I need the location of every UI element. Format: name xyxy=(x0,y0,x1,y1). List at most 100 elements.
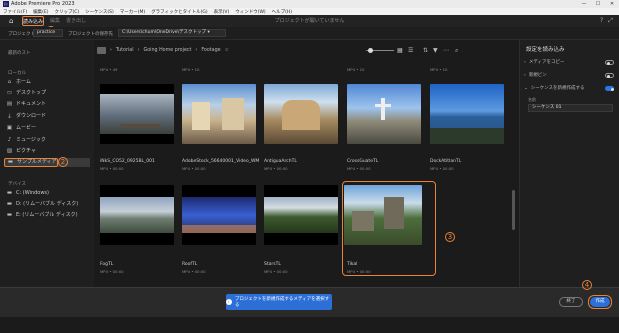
premiere-logo-icon: Pr xyxy=(3,1,9,7)
sidebar-item-downloads[interactable]: ⤓ ダウンロード xyxy=(6,112,90,121)
drive-icon: ▬ xyxy=(6,201,13,207)
create-sequence-row: ⌄ シーケンスを新規作成する xyxy=(524,85,585,92)
menu-marker[interactable]: マーカー(M) xyxy=(120,9,145,15)
menu-edit[interactable]: 編集(E) xyxy=(33,9,48,15)
create-sequence-toggle[interactable] xyxy=(605,86,614,91)
new-bin-row: › 新規ビン xyxy=(524,72,547,79)
sidebar-item-home[interactable]: ⌂ ホーム xyxy=(6,78,90,87)
maximize-button[interactable]: ☐ xyxy=(591,0,605,8)
chevron-icon: › xyxy=(137,48,140,53)
sidebar-item-label: ダウンロード xyxy=(16,113,47,119)
create-project-hint: i プロジェクトを新規作成するメディアを選択する xyxy=(226,294,332,310)
breadcrumb-item[interactable]: Footage xyxy=(201,48,220,53)
star-icon[interactable]: ☆ xyxy=(225,48,229,53)
breadcrumb-item[interactable]: Tutorial xyxy=(116,48,134,53)
download-icon: ⤓ xyxy=(8,113,11,119)
sidebar-item-music[interactable]: ♪ ミュージック xyxy=(6,136,90,145)
menu-bar: ファイル(F) 編集(E) クリップ(C) シーケンス(S) マーカー(M) グ… xyxy=(0,8,619,15)
clip-thumbnail[interactable] xyxy=(430,84,504,144)
music-icon: ♪ xyxy=(7,137,12,143)
sort-icon[interactable]: ⇅ xyxy=(423,47,428,54)
clip-name: DockAtitlanTL xyxy=(430,159,462,164)
exit-button[interactable]: 終了 xyxy=(559,297,583,307)
expand-icon[interactable]: ⤢ xyxy=(608,16,613,26)
callout-4: 4 xyxy=(582,280,592,290)
menu-sequence[interactable]: シーケンス(S) xyxy=(85,9,114,15)
chevron-right-icon[interactable]: › xyxy=(524,60,526,65)
title-bar: Pr Adobe Premiere Pro 2023 — ☐ ✕ xyxy=(0,0,619,8)
list-view-icon[interactable]: ☰ xyxy=(408,47,413,54)
clip-thumbnail[interactable] xyxy=(182,185,256,245)
sidebar-item-movies[interactable]: ▣ ムービー xyxy=(6,124,90,133)
menu-help[interactable]: ヘルプ(H) xyxy=(272,9,292,15)
sidebar-item-pictures[interactable]: ▨ ピクチャ xyxy=(6,147,90,156)
help-icon[interactable]: ? xyxy=(600,16,603,26)
sidebar-item-drive-c[interactable]: ▬ C: (Windows) xyxy=(6,189,90,198)
chevron-down-icon[interactable]: ⌄ xyxy=(524,86,528,91)
grid-view-icon[interactable]: ▦ xyxy=(397,47,403,54)
sidebar-item-label: ドキュメント xyxy=(16,101,47,107)
menu-file[interactable]: ファイル(F) xyxy=(3,9,27,15)
project-location-select[interactable]: C:\Users\chum\OneDrive\デスクトップ ▾ xyxy=(118,29,226,37)
clip-thumbnail[interactable] xyxy=(264,185,338,245)
copy-media-toggle[interactable] xyxy=(605,60,614,65)
clip-name: AntiguaArchTL xyxy=(264,159,297,164)
clip-name: RoofTL xyxy=(182,262,198,267)
create-sequence-label: シーケンスを新規作成する xyxy=(530,86,585,91)
sidebar-item-desktop[interactable]: ▭ デスクトップ xyxy=(6,89,90,98)
clip-thumbnail[interactable] xyxy=(264,84,338,144)
slider-handle[interactable] xyxy=(368,48,373,53)
clip-thumbnail[interactable] xyxy=(182,84,256,144)
window-title: Adobe Premiere Pro 2023 xyxy=(11,1,75,7)
sidebar-item-label: ムービー xyxy=(16,125,37,131)
breadcrumb-item[interactable]: Going Home project xyxy=(143,48,191,53)
clip-meta: MP4 • 00:00 xyxy=(182,269,206,274)
settings-heading: 設定を読み込み xyxy=(526,47,565,53)
sidebar-item-sample-media[interactable]: ▬ サンプルメディア xyxy=(4,158,58,167)
clip-thumbnail[interactable] xyxy=(100,84,174,144)
clip-meta: MP4 • 00:00 xyxy=(100,166,124,171)
sidebar-item-documents[interactable]: ▤ ドキュメント xyxy=(6,100,90,109)
project-location-label: プロジェクトの保存先 xyxy=(68,32,113,37)
new-bin-toggle[interactable] xyxy=(605,73,614,78)
sidebar-item-drive-d[interactable]: ▬ D: (リムーバブル ディスク) xyxy=(6,200,90,209)
project-name-input[interactable]: practice xyxy=(33,29,63,37)
menu-view[interactable]: 表示(V) xyxy=(214,9,230,15)
sidebar-item-label: デスクトップ xyxy=(16,90,47,96)
menu-clip[interactable]: クリップ(C) xyxy=(54,9,79,15)
clip-name: StarsTL xyxy=(264,262,281,267)
menu-graphics[interactable]: グラフィックとタイトル(G) xyxy=(151,9,207,15)
sequence-name-label: 名前 xyxy=(528,97,536,102)
clip-name: iNkS_CO52_0925BL_001 xyxy=(100,159,155,164)
sequence-name-input[interactable]: シーケンス 01 xyxy=(528,104,613,112)
clip-meta: MP4 • 10 xyxy=(430,67,448,72)
clip-name: Tikal xyxy=(347,262,358,267)
callout-3: 3 xyxy=(445,232,455,242)
chevron-icon: › xyxy=(195,48,198,53)
sidebar-item-drive-e[interactable]: ▬ E: (リムーバブル ディスク) xyxy=(6,211,90,220)
picture-icon: ▨ xyxy=(6,148,13,154)
search-icon[interactable]: ⌕ xyxy=(455,47,458,54)
sidebar-item-label: ピクチャ xyxy=(16,148,36,154)
menu-window[interactable]: ウィンドウ(W) xyxy=(235,9,265,15)
clip-meta: MP4 • 00:00 xyxy=(264,166,288,171)
breadcrumb: › Tutorial › Going Home project › Footag… xyxy=(97,46,229,55)
clip-meta: MP4 • 49 xyxy=(100,67,118,72)
local-heading: ローカル xyxy=(8,71,26,76)
clip-thumbnail[interactable] xyxy=(100,185,174,245)
folder-icon[interactable] xyxy=(97,47,106,54)
more-icon[interactable]: ⋯ xyxy=(443,47,449,54)
sidebar-item-label: D: (リムーバブル ディスク) xyxy=(16,201,79,207)
close-window-button[interactable]: ✕ xyxy=(605,0,619,8)
document-icon: ▤ xyxy=(6,101,13,107)
filter-icon[interactable]: ▼ xyxy=(433,47,438,54)
clip-meta: MP4 • 00:00 xyxy=(264,269,288,274)
clip-meta: MP4 • 00:00 xyxy=(347,166,371,171)
create-button-highlight xyxy=(588,295,612,309)
browser-scrollbar[interactable] xyxy=(512,190,515,230)
sidebar-item-label: サンプルメディア xyxy=(17,159,57,165)
minimize-button[interactable]: — xyxy=(577,0,591,8)
clip-meta: MP4 • 00:00 xyxy=(347,269,371,274)
chevron-right-icon[interactable]: › xyxy=(524,73,526,78)
clip-thumbnail[interactable] xyxy=(347,84,421,144)
